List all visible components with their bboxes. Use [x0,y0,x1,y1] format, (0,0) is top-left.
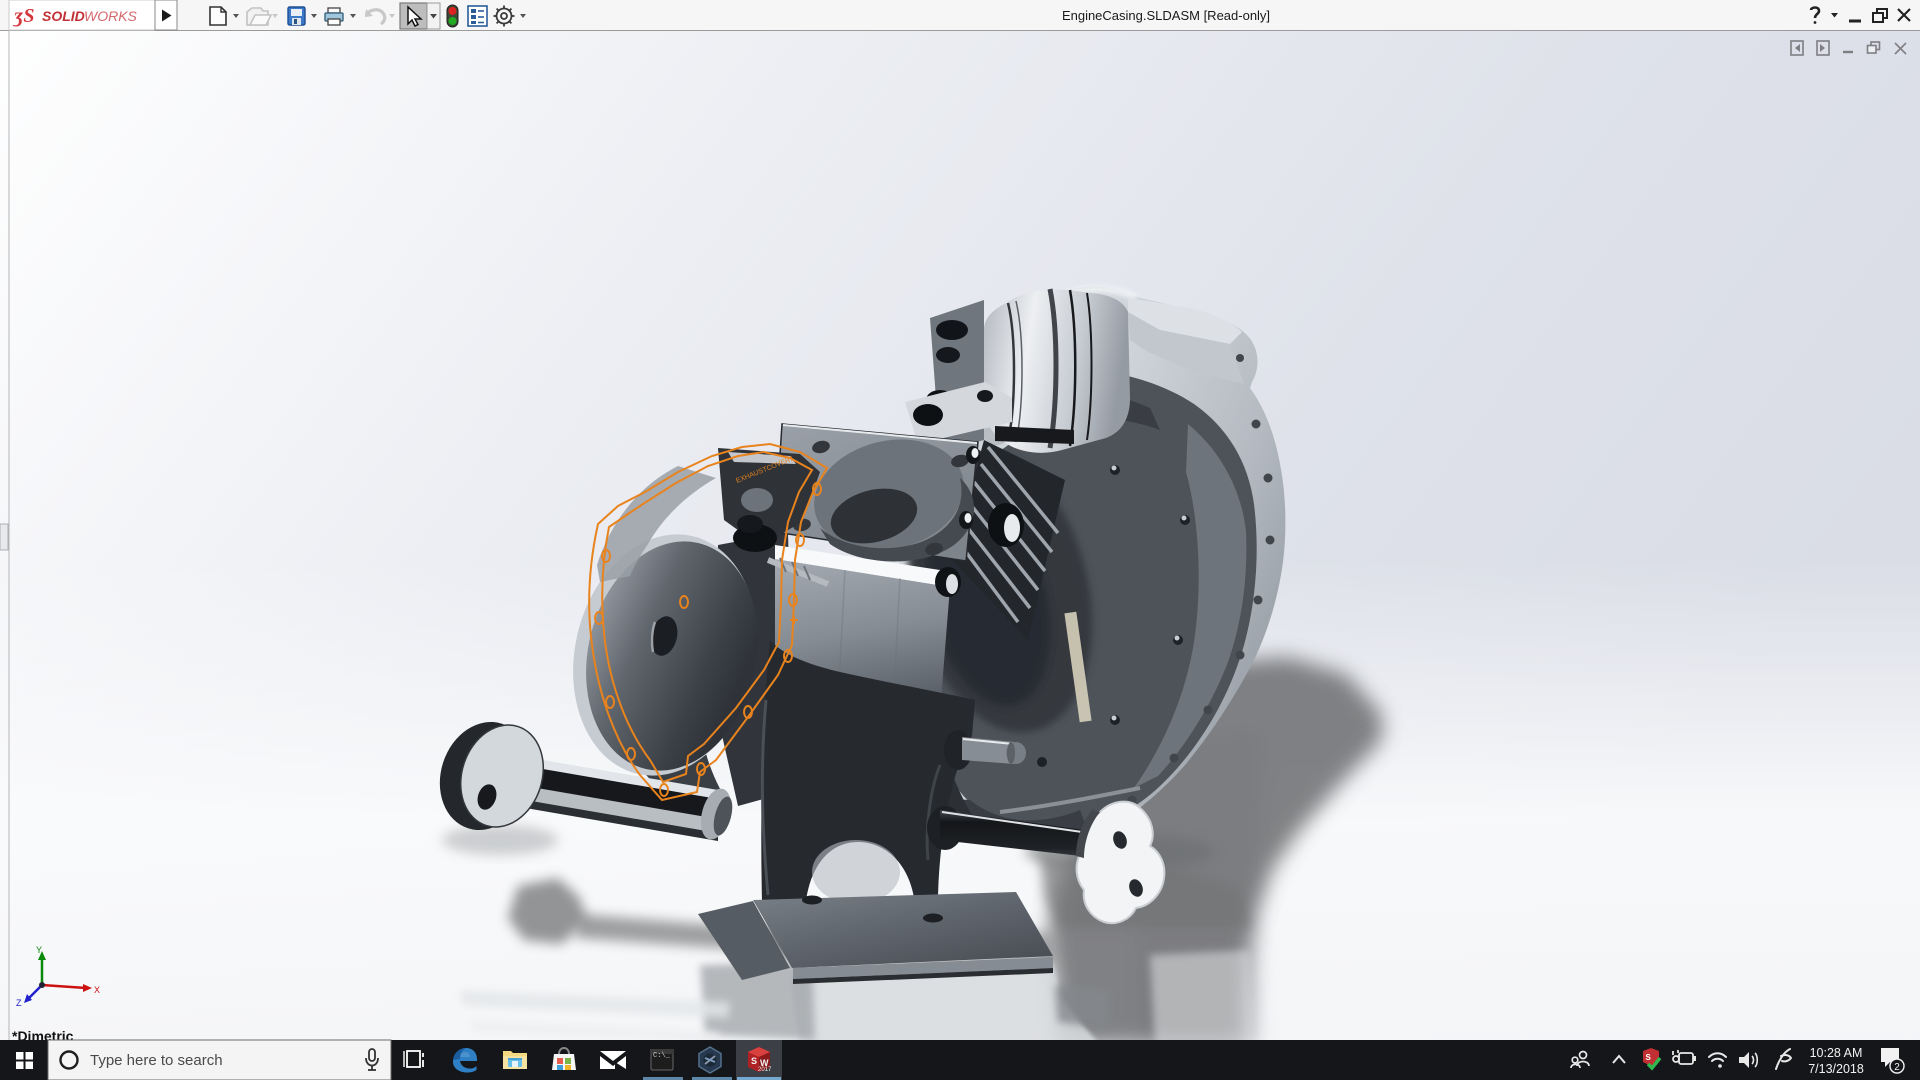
svg-text:S: S [751,1056,757,1066]
svg-text:ʒS: ʒS [12,5,35,27]
svg-text:WORKS: WORKS [84,8,138,24]
svg-text:Y: Y [36,945,42,955]
svg-text:X: X [94,985,100,995]
svg-text:2: 2 [1894,1062,1900,1073]
svg-text:7/13/2018: 7/13/2018 [1808,1062,1864,1076]
svg-text:EngineCasing.SLDASM [Read-only: EngineCasing.SLDASM [Read-only] [1062,8,1270,23]
svg-text:Z: Z [16,998,22,1008]
svg-text:10:28 AM: 10:28 AM [1810,1046,1863,1060]
svg-text:SOLID: SOLID [42,8,85,24]
svg-text:Type here to search: Type here to search [90,1052,223,1069]
svg-text:S: S [1646,1053,1652,1062]
svg-text:C:\_: C:\_ [653,1052,671,1060]
svg-text:2017: 2017 [758,1067,772,1073]
